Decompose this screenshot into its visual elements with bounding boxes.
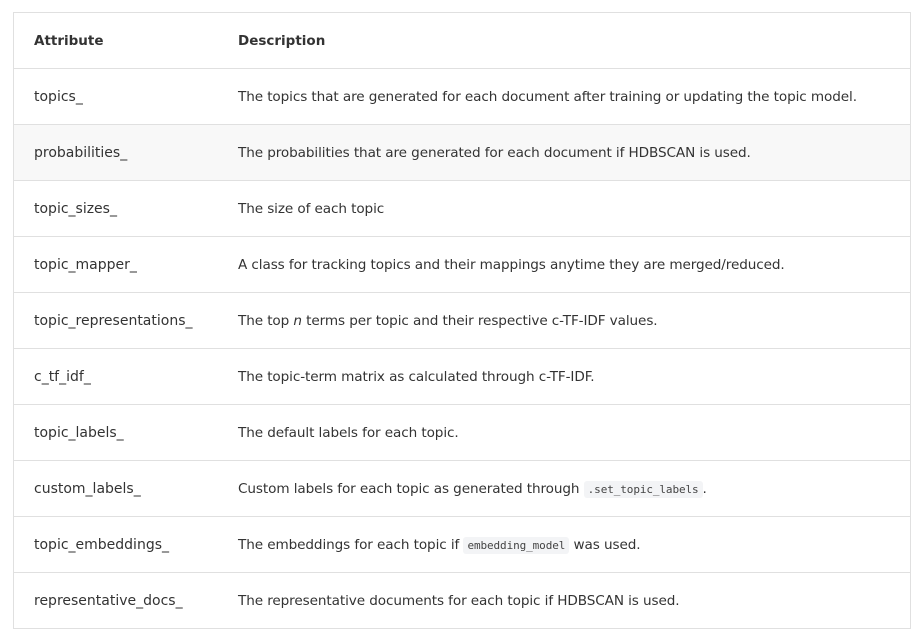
attribute-cell: topic_embeddings_ <box>14 516 218 573</box>
description-cell: The topic-term matrix as calculated thro… <box>218 348 910 405</box>
table-row: c_tf_idf_ The topic-term matrix as calcu… <box>14 348 910 405</box>
attribute-cell: c_tf_idf_ <box>14 348 218 405</box>
attributes-table-container: Attribute Description topics_ The topics… <box>13 12 911 629</box>
attribute-cell: topic_sizes_ <box>14 180 218 237</box>
attribute-cell: topic_mapper_ <box>14 236 218 293</box>
description-text: Custom labels for each topic as generate… <box>238 480 584 497</box>
description-text: terms per topic and their respective c-T… <box>301 312 658 329</box>
inline-code: embedding_model <box>463 536 570 554</box>
description-emphasis: n <box>293 312 302 329</box>
attribute-cell: topic_labels_ <box>14 404 218 461</box>
description-cell: The topics that are generated for each d… <box>238 88 857 105</box>
description-cell: The probabilities that are generated for… <box>218 124 910 181</box>
attribute-cell: representative_docs_ <box>14 572 218 628</box>
table-row: topic_embeddings_ The embeddings for eac… <box>14 516 910 573</box>
description-cell: The embeddings for each topic if embeddi… <box>218 516 910 573</box>
attribute-cell: probabilities_ <box>14 124 218 181</box>
table-row: representative_docs_ The representative … <box>14 572 910 628</box>
inline-code: .set_topic_labels <box>583 480 703 498</box>
attribute-column-header: Attribute <box>14 13 218 69</box>
description-cell: The size of each topic <box>218 180 910 237</box>
attribute-cell: topic_representations_ <box>14 292 218 349</box>
table-row: probabilities_ The probabilities that ar… <box>14 124 910 181</box>
table-row: custom_labels_ Custom labels for each to… <box>14 460 910 517</box>
description-cell: A class for tracking topics and their ma… <box>218 236 910 293</box>
attributes-table: Attribute Description topics_ The topics… <box>14 13 910 628</box>
table-row: topics_ The topics that are generated fo… <box>14 69 910 125</box>
description-text: was used. <box>569 536 641 553</box>
table-row: topic_labels_ The default labels for eac… <box>14 404 910 461</box>
table-row: topic_representations_ The top n terms p… <box>14 292 910 349</box>
attribute-cell: topics_ <box>34 88 83 105</box>
description-text: The top <box>238 312 294 329</box>
description-cell: The representative documents for each to… <box>218 572 910 628</box>
attribute-cell: custom_labels_ <box>14 460 218 517</box>
table-row: topic_sizes_ The size of each topic <box>14 180 910 237</box>
description-text: . <box>702 480 707 497</box>
description-cell: The default labels for each topic. <box>218 404 910 461</box>
table-row: topic_mapper_ A class for tracking topic… <box>14 236 910 293</box>
description-cell: Custom labels for each topic as generate… <box>218 460 910 517</box>
description-text: The embeddings for each topic if <box>238 536 464 553</box>
description-cell: The top n terms per topic and their resp… <box>218 292 910 349</box>
table-header-row: Attribute Description <box>14 13 910 69</box>
description-column-header: Description <box>218 13 910 69</box>
